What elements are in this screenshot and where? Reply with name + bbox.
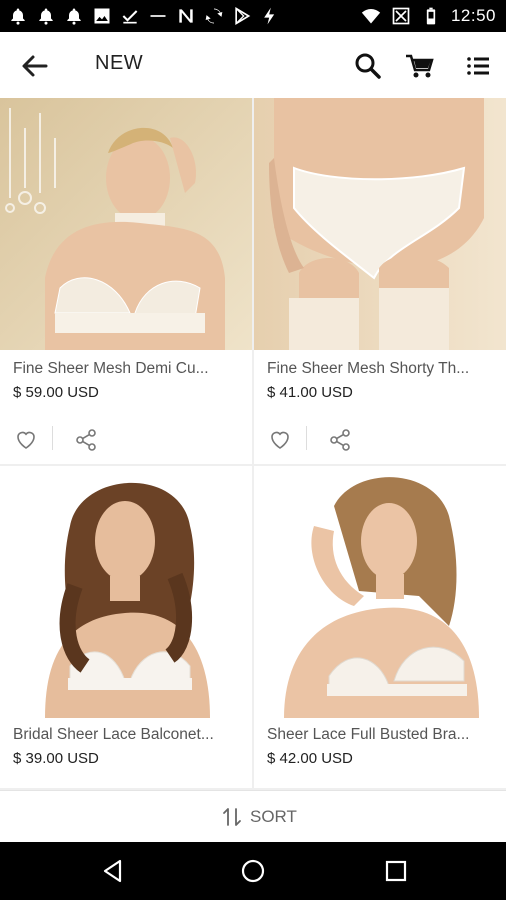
n-icon [179, 9, 193, 23]
divider [306, 426, 307, 450]
cart-icon[interactable] [404, 51, 434, 81]
search-icon[interactable] [353, 51, 383, 81]
share-icon[interactable] [74, 428, 98, 452]
product-image[interactable] [254, 466, 506, 718]
download-done-icon [122, 10, 138, 24]
product-name[interactable]: Fine Sheer Mesh Demi Cu... [13, 360, 238, 378]
sort-label: SORT [250, 807, 297, 826]
product-price: $ 42.00 USD [267, 750, 353, 767]
system-nav-bar [0, 842, 506, 900]
square-recents-icon[interactable] [383, 858, 409, 884]
notification-bell-icon [39, 8, 53, 25]
play-store-icon [235, 7, 251, 25]
product-price: $ 39.00 USD [13, 750, 99, 767]
system-icons: 12:50 [361, 0, 496, 32]
status-bar: 12:50 [0, 0, 506, 32]
bolt-icon [264, 7, 275, 25]
clock: 12:50 [450, 6, 496, 25]
product-card[interactable]: Fine Sheer Mesh Demi Cu... $ 59.00 USD [0, 98, 252, 464]
share-icon[interactable] [328, 428, 352, 452]
wifi-icon [361, 9, 381, 24]
product-actions [254, 416, 506, 464]
battery-icon [426, 7, 436, 25]
notification-icons [8, 0, 280, 32]
sort-bar: SORT [0, 790, 506, 843]
image-icon [94, 8, 110, 24]
product-actions [0, 416, 252, 464]
product-price: $ 41.00 USD [267, 384, 353, 401]
app-bar: NEW [0, 32, 506, 99]
notification-bell-icon [67, 8, 81, 25]
arrow-left-icon[interactable] [18, 50, 50, 82]
circle-home-icon[interactable] [240, 858, 266, 884]
no-signal-icon [392, 7, 410, 25]
product-card[interactable]: Bridal Sheer Lace Balconet... $ 39.00 US… [0, 466, 252, 788]
sync-icon [205, 8, 223, 24]
dash-icon [150, 15, 166, 17]
product-name[interactable]: Sheer Lace Full Busted Bra... [267, 726, 492, 744]
sort-button[interactable]: SORT [220, 805, 297, 829]
product-name[interactable]: Fine Sheer Mesh Shorty Th... [267, 360, 492, 378]
sort-arrows-icon [223, 808, 241, 826]
heart-icon[interactable] [14, 428, 38, 452]
product-image[interactable] [254, 98, 506, 350]
list-icon[interactable] [464, 51, 494, 81]
product-name[interactable]: Bridal Sheer Lace Balconet... [13, 726, 238, 744]
product-grid: Fine Sheer Mesh Demi Cu... $ 59.00 USD F… [0, 98, 506, 790]
product-image[interactable] [0, 98, 252, 350]
divider [52, 426, 53, 450]
notification-bell-icon [11, 8, 25, 25]
product-card[interactable]: Fine Sheer Mesh Shorty Th... $ 41.00 USD [254, 98, 506, 464]
product-image[interactable] [0, 466, 252, 718]
product-card[interactable]: Sheer Lace Full Busted Bra... $ 42.00 US… [254, 466, 506, 788]
product-price: $ 59.00 USD [13, 384, 99, 401]
heart-icon[interactable] [268, 428, 292, 452]
triangle-back-icon[interactable] [100, 858, 126, 884]
page-title: NEW [95, 52, 144, 74]
